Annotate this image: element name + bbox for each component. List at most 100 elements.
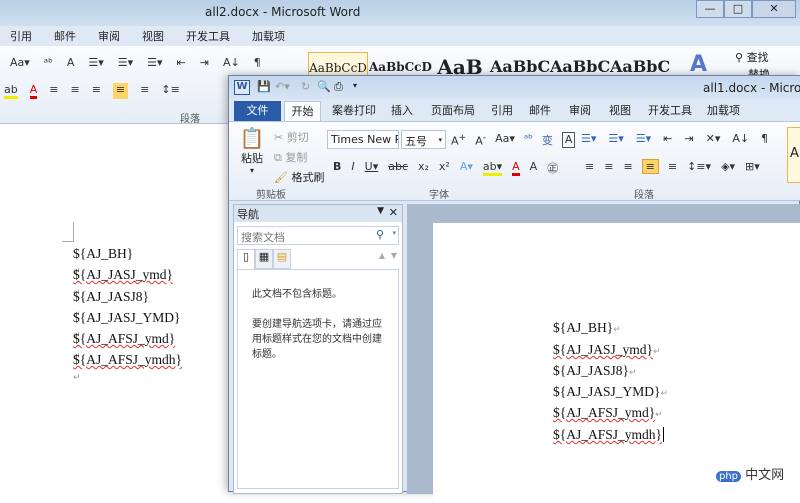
find-button[interactable]: ⚲ 查找 bbox=[735, 49, 769, 65]
para-tools-row1: ☰▾ ☰▾ ☰▾ ⇤ ⇥ ✕▾ A↓ ¶ bbox=[581, 132, 768, 145]
sort-icon[interactable]: A↓ bbox=[732, 132, 749, 145]
justify-icon[interactable]: ≡ bbox=[641, 159, 659, 174]
close-button[interactable]: ✕ bbox=[752, 0, 796, 18]
line-spacing-icon[interactable]: ↕≡▾ bbox=[687, 160, 711, 173]
align-center-icon[interactable]: ≡ bbox=[70, 83, 79, 99]
phonetic-icon[interactable]: ᵃᵇ bbox=[44, 56, 53, 69]
line-spacing-icon[interactable]: ↕≡ bbox=[161, 83, 179, 99]
char-border-icon[interactable]: A bbox=[67, 56, 75, 69]
pages-tab-icon[interactable]: ▦ bbox=[255, 249, 273, 269]
align-right-icon[interactable]: ≡ bbox=[623, 160, 632, 173]
tab-developer[interactable]: 开发工具 bbox=[186, 28, 230, 44]
asian-layout-icon[interactable]: ✕▾ bbox=[706, 132, 721, 145]
clear-format-icon[interactable]: ᵃᵇ bbox=[524, 132, 533, 148]
change-case-icon[interactable]: Aa▾ bbox=[495, 132, 515, 148]
subscript-icon[interactable]: x₂ bbox=[418, 160, 429, 176]
minimize-button[interactable]: — bbox=[696, 0, 724, 18]
outdent-icon[interactable]: ⇥ bbox=[200, 56, 209, 69]
strikethrough-icon[interactable]: abc bbox=[388, 160, 408, 176]
tab-view[interactable]: 视图 bbox=[142, 28, 164, 44]
print-icon[interactable]: ⎙ bbox=[334, 80, 343, 94]
pilcrow-icon[interactable]: ¶ bbox=[254, 56, 261, 69]
tab-developer[interactable]: 开发工具 bbox=[648, 102, 692, 118]
sort-icon[interactable]: A↓ bbox=[223, 56, 240, 69]
tab-insert[interactable]: 插入 bbox=[391, 102, 413, 118]
text-effects-icon[interactable]: A▾ bbox=[460, 160, 473, 176]
cut-button[interactable]: ✂ 剪切 bbox=[274, 129, 309, 145]
numbering-icon[interactable]: ☰▾ bbox=[118, 56, 133, 69]
borders-icon[interactable]: ⊞▾ bbox=[745, 160, 760, 173]
nav-options-icon[interactable]: ▼ bbox=[377, 206, 384, 216]
print-preview-icon[interactable]: 🔍 bbox=[317, 80, 331, 93]
char-border-icon[interactable]: A bbox=[561, 132, 576, 148]
pilcrow-icon[interactable]: ¶ bbox=[761, 132, 768, 145]
distribute-icon[interactable]: ≡ bbox=[668, 160, 677, 173]
document-page[interactable]: ${AJ_BH}↵ ${AJ_JASJ_ymd}↵ ${AJ_JASJ8}↵ $… bbox=[433, 223, 800, 503]
word-icon[interactable]: W bbox=[234, 80, 250, 95]
enclose-char-icon[interactable]: ㊣ bbox=[547, 160, 558, 176]
nav-search-input[interactable]: 搜索文档 ⚲ ▾ bbox=[237, 226, 399, 245]
next-arrow-icon[interactable]: ▼ bbox=[391, 251, 397, 260]
redo-icon[interactable]: ↻ bbox=[301, 80, 310, 93]
save-icon[interactable]: 💾 bbox=[257, 80, 271, 93]
font-size-select[interactable]: 五号 ▾ bbox=[401, 130, 446, 149]
tab-view[interactable]: 视图 bbox=[609, 102, 631, 118]
highlight-icon[interactable]: ab▾ bbox=[482, 160, 503, 176]
bullets-icon[interactable]: ☰▾ bbox=[88, 56, 103, 69]
char-shading-icon[interactable]: A bbox=[530, 160, 538, 176]
tab-home[interactable]: 开始 bbox=[284, 101, 321, 122]
shading-icon[interactable]: ◈▾ bbox=[721, 160, 735, 173]
search-dropdown-icon[interactable]: ▾ bbox=[392, 229, 396, 237]
align-center-icon[interactable]: ≡ bbox=[604, 160, 613, 173]
tab-mailings[interactable]: 邮件 bbox=[54, 28, 76, 44]
results-tab-icon[interactable]: ▤ bbox=[273, 249, 291, 269]
align-right-icon[interactable]: ≡ bbox=[92, 83, 101, 99]
tab-references[interactable]: 引用 bbox=[491, 102, 513, 118]
italic-icon[interactable]: I bbox=[351, 160, 354, 176]
decrease-indent-icon[interactable]: ⇤ bbox=[663, 132, 672, 145]
tab-case-print[interactable]: 案卷打印 bbox=[332, 102, 376, 118]
tab-references[interactable]: 引用 bbox=[10, 28, 32, 44]
tab-file[interactable]: 文件 bbox=[234, 101, 281, 121]
highlight-icon[interactable]: ab bbox=[4, 83, 18, 99]
font-color-icon[interactable]: A bbox=[512, 160, 520, 176]
search-icon[interactable]: ⚲ bbox=[376, 228, 384, 241]
copy-button[interactable]: ⧉ 复制 bbox=[274, 149, 307, 165]
shrink-font-icon[interactable]: A- bbox=[475, 132, 486, 148]
bold-icon[interactable]: B bbox=[333, 160, 341, 176]
multilevel-icon[interactable]: ☰▾ bbox=[147, 56, 162, 69]
justify-icon[interactable]: ≡ bbox=[112, 83, 129, 99]
phonetic-icon[interactable]: 变 bbox=[542, 132, 553, 148]
numbering-icon[interactable]: ☰▾ bbox=[608, 132, 623, 145]
undo-icon[interactable]: ↶▾ bbox=[275, 80, 290, 93]
tab-addins[interactable]: 加载项 bbox=[707, 102, 740, 118]
format-painter-button[interactable]: 🖌 格式刷 bbox=[274, 169, 324, 185]
superscript-icon[interactable]: x² bbox=[439, 160, 450, 176]
align-left-icon[interactable]: ≡ bbox=[585, 160, 594, 173]
paste-button[interactable]: 📋 粘贴 ▾ bbox=[237, 126, 267, 175]
align-left-icon[interactable]: ≡ bbox=[49, 83, 58, 99]
change-case-icon[interactable]: Aa▾ bbox=[10, 56, 30, 69]
headings-tab-icon[interactable]: ▯ bbox=[237, 249, 255, 269]
bullets-icon[interactable]: ☰▾ bbox=[581, 132, 596, 145]
tab-review[interactable]: 审阅 bbox=[569, 102, 591, 118]
font-color-icon[interactable]: A bbox=[29, 83, 38, 99]
grow-font-icon[interactable]: A+ bbox=[451, 132, 466, 148]
change-styles-icon[interactable]: A bbox=[690, 52, 707, 77]
indent-icon[interactable]: ⇤ bbox=[177, 56, 186, 69]
tab-mailings[interactable]: 邮件 bbox=[529, 102, 551, 118]
font-name-select[interactable]: Times New R bbox=[327, 130, 399, 149]
style-normal[interactable]: A bbox=[787, 127, 800, 183]
prev-arrow-icon[interactable]: ▲ bbox=[379, 251, 385, 260]
nav-close-icon[interactable]: ✕ bbox=[389, 206, 398, 219]
maximize-button[interactable]: □ bbox=[724, 0, 752, 18]
text-cursor bbox=[662, 427, 664, 442]
tab-review[interactable]: 审阅 bbox=[98, 28, 120, 44]
underline-icon[interactable]: U▾ bbox=[365, 160, 379, 176]
distribute-icon[interactable]: ≡ bbox=[140, 83, 149, 99]
customize-toolbar-icon[interactable]: ▾ bbox=[353, 81, 357, 90]
increase-indent-icon[interactable]: ⇥ bbox=[684, 132, 693, 145]
multilevel-icon[interactable]: ☰▾ bbox=[636, 132, 651, 145]
tab-page-layout[interactable]: 页面布局 bbox=[431, 102, 475, 118]
tab-addins[interactable]: 加载项 bbox=[252, 28, 285, 44]
